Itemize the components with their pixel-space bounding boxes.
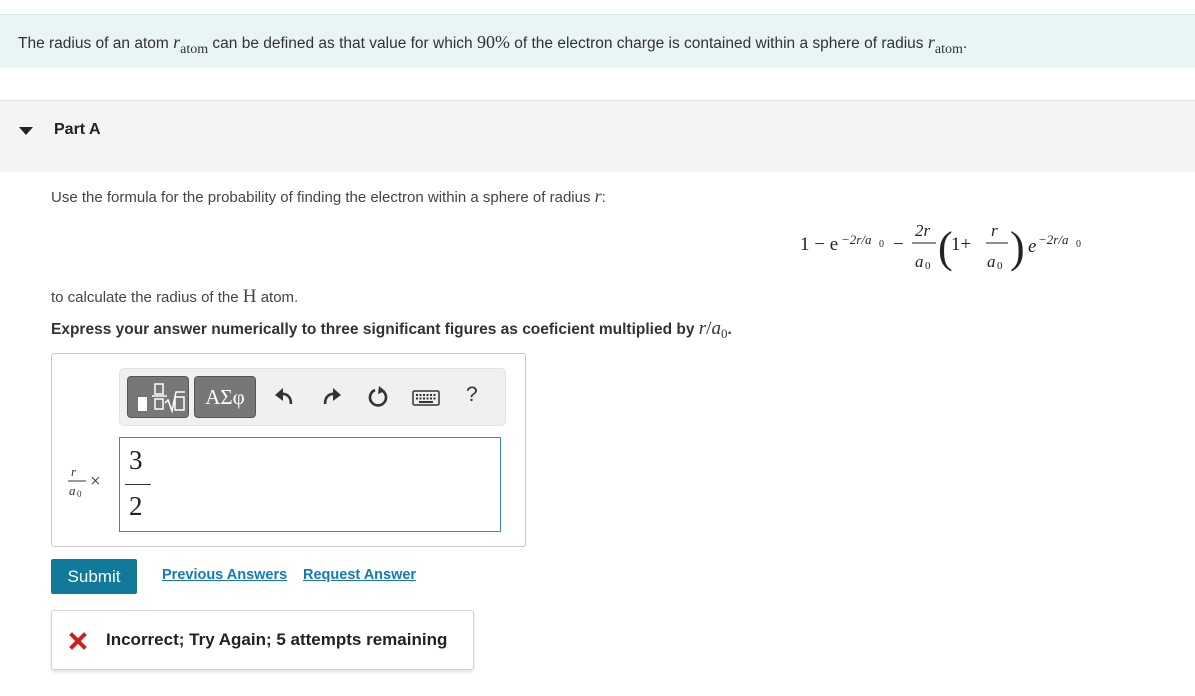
feedback-box: Incorrect; Try Again; 5 attempts remaini… — [51, 610, 474, 670]
formula-exponent-2-sub: 0 — [1076, 239, 1081, 250]
intro-statement: The radius of an atom ratom can be defin… — [0, 14, 1195, 68]
incorrect-x-icon — [69, 632, 87, 650]
times-sign: × — [90, 471, 101, 492]
math-toolbar: ΑΣφ ? — [119, 368, 506, 426]
feedback-text: Incorrect; Try Again; 5 attempts remaini… — [106, 630, 448, 649]
formula-frac1-num: 2r — [915, 221, 931, 240]
unit-label: r a 0 × — [68, 464, 101, 499]
formula-frac1-den-sub: 0 — [925, 260, 931, 272]
formula-e: e — [1028, 236, 1036, 257]
r-atom-symbol: ratom — [173, 32, 209, 57]
redo-icon[interactable] — [320, 385, 344, 409]
previous-answers-link[interactable]: Previous Answers — [162, 567, 287, 583]
caret-down-icon[interactable] — [18, 125, 34, 137]
formula-minus: − — [893, 234, 904, 255]
templates-button[interactable] — [127, 376, 189, 418]
question-prompt-continued: to calculate the radius of the H atom. — [51, 286, 299, 307]
undo-icon[interactable] — [272, 385, 296, 409]
formula-frac2-den: a — [987, 252, 996, 271]
unit-den-sub: 0 — [77, 489, 82, 499]
reset-icon[interactable] — [366, 385, 390, 409]
formula-one-plus: 1+ — [951, 234, 971, 255]
fraction-bar — [125, 484, 151, 485]
formula-exponent-2: −2r/a — [1038, 232, 1069, 247]
request-answer-link[interactable]: Request Answer — [303, 567, 416, 583]
unit-den: a — [69, 483, 76, 498]
formula-paren-close: ) — [1010, 223, 1025, 272]
formula-frac1-den: a — [915, 252, 924, 271]
formula-frac2-num: r — [991, 221, 998, 240]
part-a-header[interactable]: Part A — [0, 100, 1195, 172]
answer-instruction: Express your answer numerically to three… — [51, 318, 732, 341]
part-title: Part A — [54, 121, 101, 138]
templates-icon — [138, 383, 185, 414]
probability-formula: 1 − e −2r/a 0 − 2r a 0 ( 1+ r a 0 ) e −2… — [800, 221, 1081, 272]
symbols-button[interactable]: ΑΣφ — [194, 376, 256, 418]
fraction-numerator[interactable]: 3 — [129, 445, 143, 476]
formula-frac2-den-sub: 0 — [997, 260, 1003, 272]
unit-num: r — [71, 464, 77, 479]
formula-one-minus-e: 1 − e — [800, 234, 838, 255]
answer-panel: ΑΣφ ? r a 0 × 3 2 — [51, 353, 526, 547]
question-prompt: Use the formula for the probability of f… — [51, 186, 606, 206]
submit-button[interactable]: Submit — [51, 559, 137, 594]
help-icon[interactable]: ? — [466, 383, 478, 407]
formula-exponent-1-sub: 0 — [879, 239, 884, 250]
answer-input[interactable]: 3 2 — [119, 437, 501, 532]
keyboard-icon[interactable] — [412, 388, 440, 408]
fraction-denominator[interactable]: 2 — [129, 491, 143, 522]
formula-exponent-1: −2r/a — [841, 232, 872, 247]
